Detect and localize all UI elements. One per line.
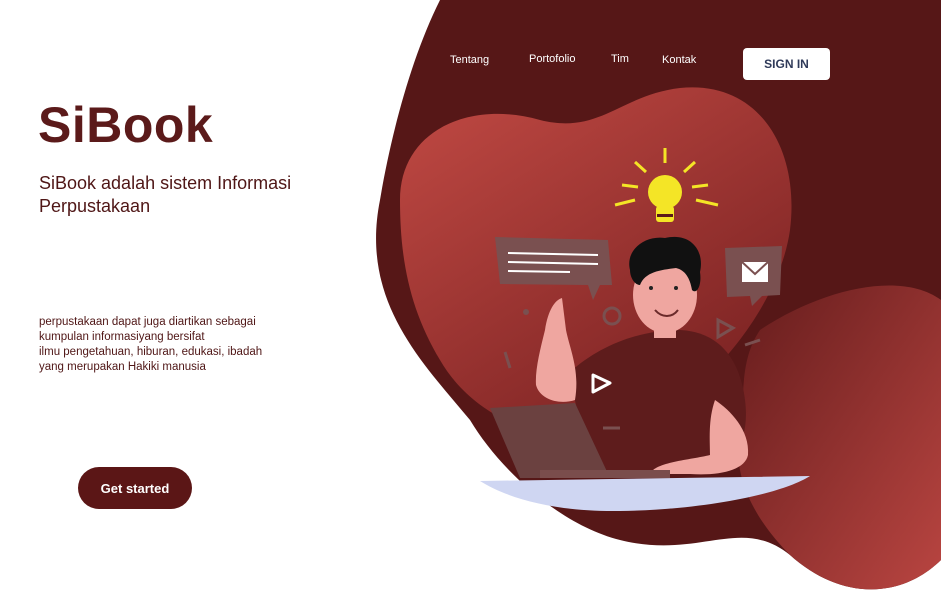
nav-link-tentang[interactable]: Tentang [450, 54, 489, 66]
description-line: perpustakaan dapat juga diartikan sebaga… [39, 316, 256, 328]
nav-link-tim[interactable]: Tim [611, 53, 629, 65]
description-line: kumpulan informasiyang bersifat [39, 331, 205, 343]
person-eye [674, 286, 678, 290]
top-nav: Tentang Portofolio Tim Kontak SIGN IN [0, 0, 941, 100]
person-eye [649, 286, 653, 290]
sign-in-button[interactable]: SIGN IN [743, 48, 830, 80]
get-started-button[interactable]: Get started [78, 467, 192, 509]
description-line: yang merupakan Hakiki manusia [39, 361, 206, 373]
description-line: ilmu pengetahuan, hiburan, edukasi, ibad… [39, 346, 263, 358]
nav-link-portofolio[interactable]: Portofolio [529, 53, 575, 65]
laptop-base [540, 470, 670, 478]
brand-title: SiBook [38, 97, 214, 153]
right-blob [738, 285, 941, 590]
nav-link-kontak[interactable]: Kontak [662, 54, 696, 66]
hero-description: perpustakaan dapat juga diartikan sebaga… [39, 315, 262, 375]
hero-tagline: SiBook adalah sistem Informasi Perpustak… [39, 173, 292, 216]
decor-dot [523, 309, 529, 315]
